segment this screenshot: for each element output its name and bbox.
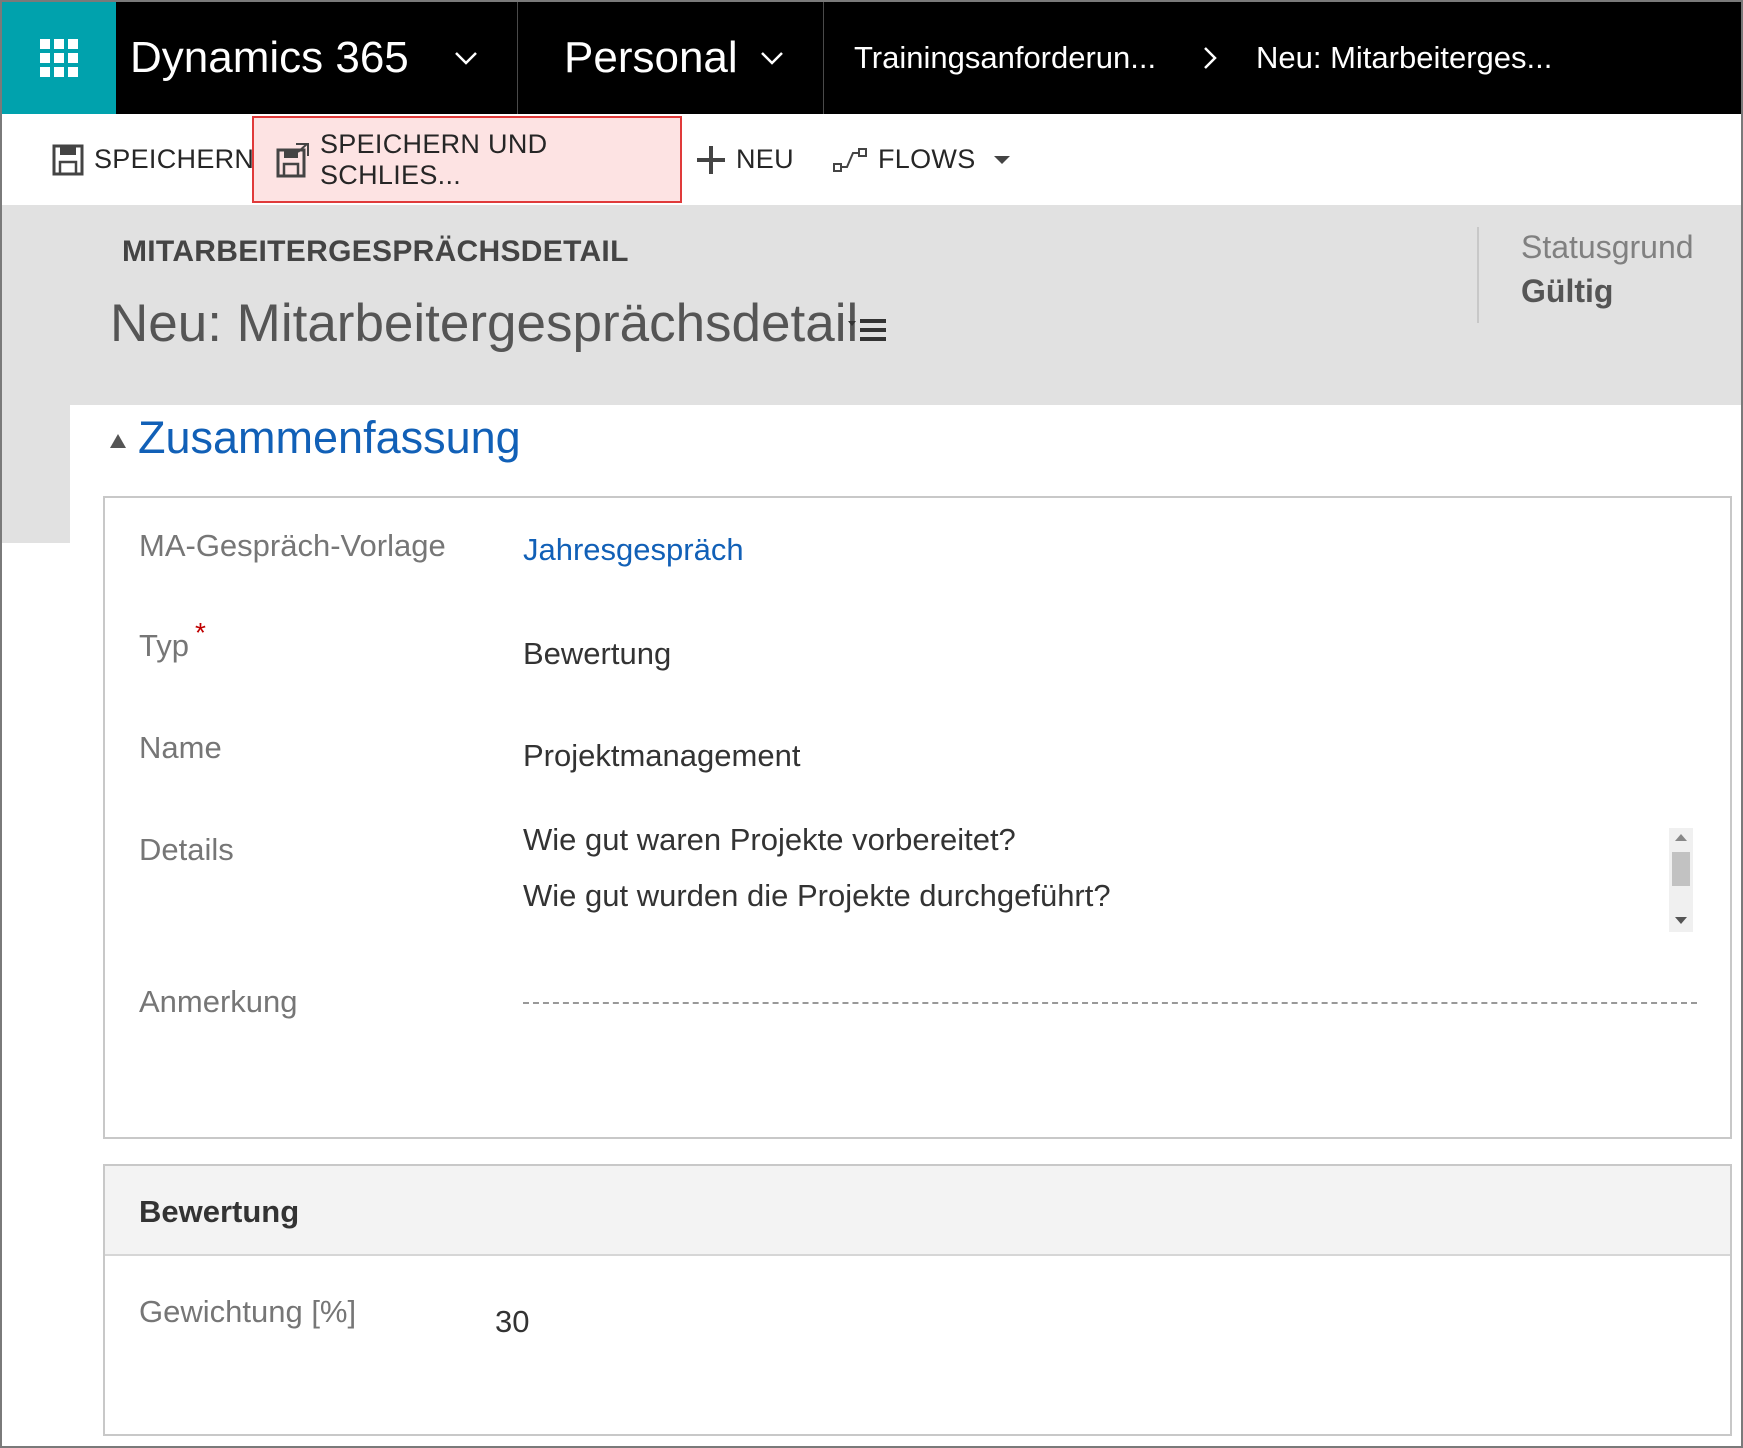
rating-card: Bewertung Gewichtung [%] 30 — [103, 1164, 1732, 1436]
section-title-summary[interactable]: Zusammenfassung — [138, 412, 521, 464]
scroll-up-arrow-icon[interactable] — [1675, 834, 1687, 841]
form-selector-menu-icon[interactable] — [848, 316, 888, 349]
nav-divider — [517, 2, 518, 114]
save-and-close-button[interactable]: SPEICHERN UND SCHLIES... — [252, 116, 682, 203]
save-button[interactable]: SPEICHERN — [52, 114, 254, 205]
module-name[interactable]: Personal — [564, 2, 738, 114]
new-label: NEU — [736, 144, 794, 174]
command-bar: SPEICHERN SPEICHERN UND SCHLIES... NEU F… — [2, 114, 1741, 205]
details-scrollbar[interactable] — [1669, 828, 1693, 932]
plus-icon — [696, 145, 726, 175]
app-switcher-chevron-down-icon[interactable] — [454, 2, 478, 114]
type-label-text: Typ — [139, 628, 189, 663]
field-label-type: Typ * — [139, 617, 206, 664]
field-label-weight: Gewichtung [%] — [139, 1294, 357, 1329]
app-window: Dynamics 365 Personal Trainingsanforderu… — [0, 0, 1743, 1448]
save-and-close-icon — [276, 142, 310, 178]
status-reason-label: Statusgrund — [1521, 229, 1694, 265]
module-chevron-down-icon[interactable] — [760, 2, 784, 114]
breadcrumb-item-current[interactable]: Neu: Mitarbeiterges... — [1256, 2, 1552, 114]
breadcrumb-item-training-requests[interactable]: Trainingsanforderun... — [854, 2, 1156, 114]
details-line: Wie gut wurden die Projekte durchgeführt… — [523, 878, 1111, 913]
template-lookup-link[interactable]: Jahresgespräch — [523, 532, 744, 568]
scroll-down-arrow-icon[interactable] — [1675, 917, 1687, 924]
header-divider — [1477, 227, 1479, 323]
name-field[interactable]: Projektmanagement — [523, 738, 800, 774]
flows-label: FLOWS — [878, 144, 976, 174]
summary-card: MA-Gespräch-Vorlage Jahresgespräch Typ * … — [103, 496, 1732, 1139]
breadcrumb-chevron-right-icon — [1202, 2, 1218, 114]
top-navigation-bar: Dynamics 365 Personal Trainingsanforderu… — [2, 2, 1741, 114]
app-name[interactable]: Dynamics 365 — [130, 2, 409, 114]
save-label: SPEICHERN — [94, 144, 255, 174]
field-label-remark: Anmerkung — [139, 984, 298, 1019]
waffle-icon — [40, 39, 78, 77]
details-textarea[interactable]: Wie gut waren Projekte vorbereitet? Wie … — [523, 812, 1111, 924]
field-label-name: Name — [139, 730, 222, 765]
collapse-triangle-icon[interactable] — [110, 434, 126, 448]
new-button[interactable]: NEU — [696, 114, 794, 205]
status-reason-value: Gültig — [1521, 273, 1614, 309]
flow-icon — [832, 146, 868, 174]
nav-divider — [823, 2, 824, 114]
details-line: Wie gut waren Projekte vorbereitet? — [523, 822, 1016, 857]
rating-section-header: Bewertung — [105, 1166, 1730, 1256]
field-label-details: Details — [139, 832, 234, 867]
save-and-close-label: SPEICHERN UND SCHLIES... — [320, 128, 548, 190]
flows-button[interactable]: FLOWS — [832, 114, 1010, 205]
required-marker: * — [194, 617, 206, 648]
header-left-strip — [2, 405, 70, 543]
weight-field[interactable]: 30 — [495, 1304, 529, 1340]
floppy-disk-icon — [52, 144, 84, 176]
type-field[interactable]: Bewertung — [523, 636, 671, 672]
field-label-template: MA-Gespräch-Vorlage — [139, 528, 446, 563]
remark-input[interactable] — [523, 1002, 1697, 1004]
page-title: Neu: Mitarbeitergesprächsdetail — [110, 294, 859, 353]
section-title-rating: Bewertung — [139, 1194, 300, 1229]
scrollbar-thumb[interactable] — [1672, 852, 1690, 886]
entity-type-label: MITARBEITERGESPRÄCHSDETAIL — [122, 235, 629, 268]
record-header: MITARBEITERGESPRÄCHSDETAIL Neu: Mitarbei… — [2, 205, 1741, 405]
caret-down-icon — [993, 155, 1010, 164]
app-launcher-button[interactable] — [2, 2, 116, 114]
